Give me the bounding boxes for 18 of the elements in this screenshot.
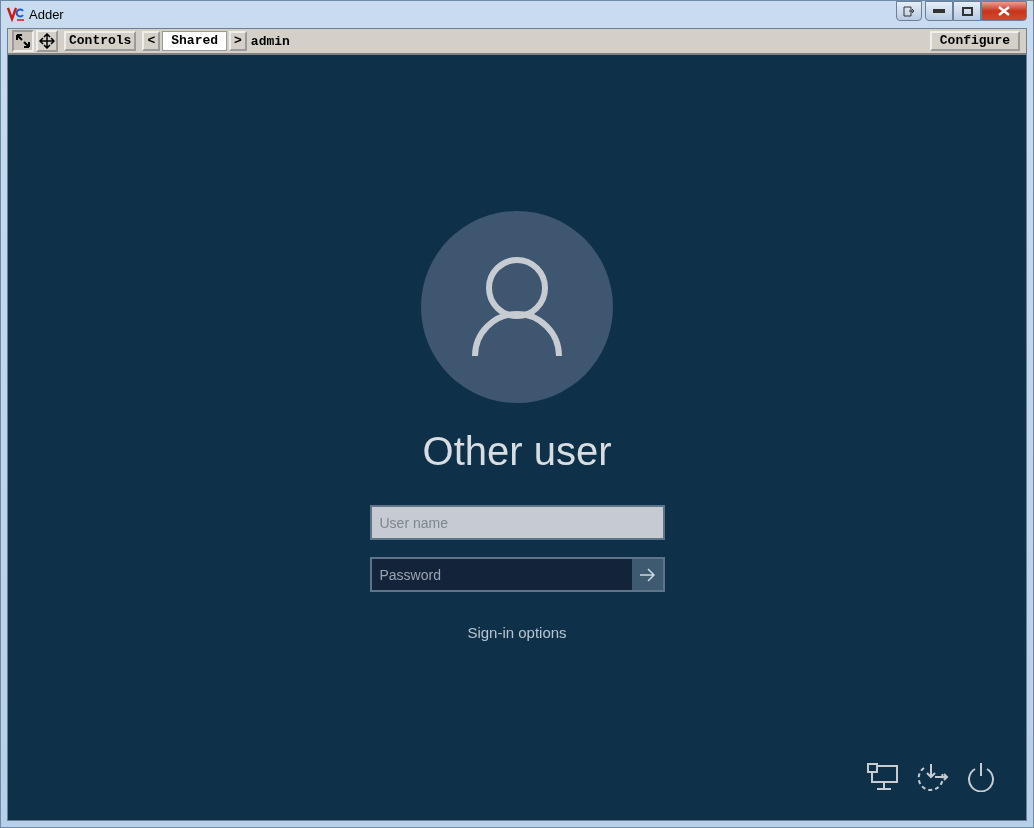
user-name: admin [250,33,290,49]
app-logo-icon [7,6,25,22]
previous-button[interactable]: < [142,31,161,51]
network-icon[interactable] [866,763,900,791]
next-button[interactable]: > [229,31,247,51]
scale-icon[interactable] [12,30,34,52]
controls-button[interactable]: Controls [64,31,137,51]
power-icon[interactable] [966,762,996,792]
minimize-icon[interactable] [925,1,953,21]
username-field[interactable]: User name [369,505,665,540]
configure-button[interactable]: Configure [929,31,1020,51]
user-display-name: Other user [422,428,612,475]
sign-in-options-link[interactable]: Sign-in options [467,624,567,641]
channel-name: Shared [162,31,228,51]
close-icon[interactable] [981,1,1027,21]
window-title: Adder [29,6,64,22]
move-icon[interactable] [36,30,58,52]
maximize-icon[interactable] [953,1,981,21]
